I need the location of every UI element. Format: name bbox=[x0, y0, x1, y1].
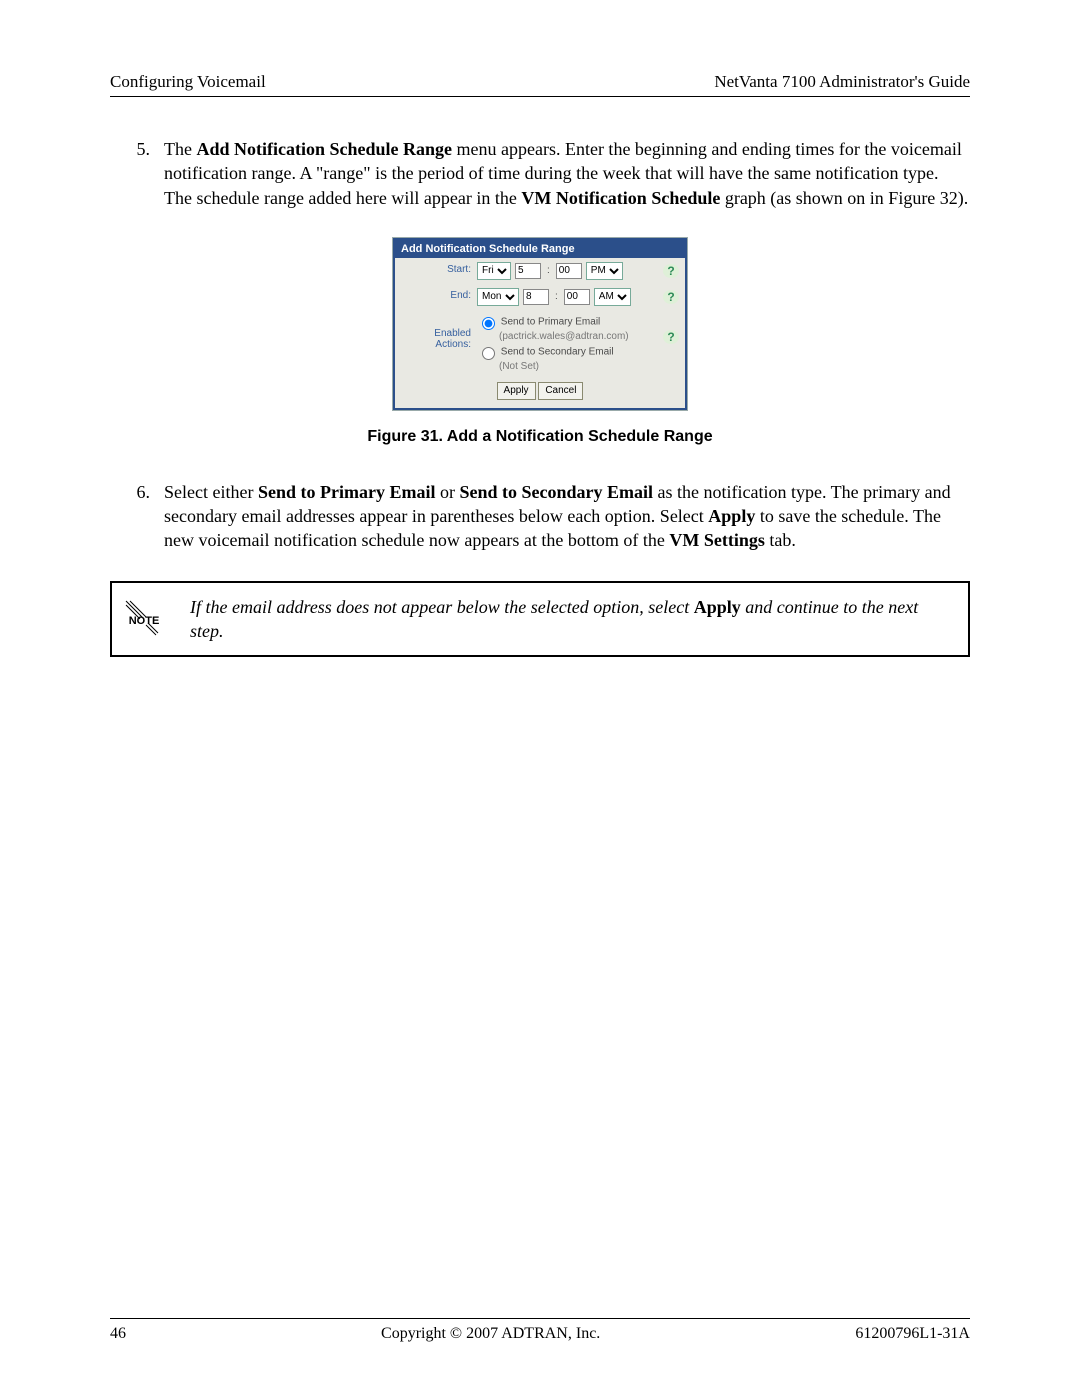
add-schedule-dialog: Add Notification Schedule Range Start: F… bbox=[393, 238, 687, 410]
step-list: 5. The Add Notification Schedule Range m… bbox=[110, 137, 970, 210]
end-day-select[interactable]: Mon bbox=[477, 288, 519, 306]
step-list-2: 6. Select either Send to Primary Email o… bbox=[110, 480, 970, 553]
apply-button[interactable]: Apply bbox=[497, 382, 536, 400]
dialog-title: Add Notification Schedule Range bbox=[395, 240, 685, 258]
help-icon[interactable]: ? bbox=[663, 330, 679, 344]
secondary-email-radio[interactable] bbox=[482, 347, 495, 360]
colon: : bbox=[553, 291, 560, 302]
start-fields: Fri : PM bbox=[477, 262, 663, 280]
end-row: End: Mon : AM ? bbox=[395, 284, 685, 310]
actions-options: Send to Primary Email (pactrick.wales@ad… bbox=[477, 314, 663, 374]
svg-text:NOTE: NOTE bbox=[129, 615, 160, 627]
end-label: End: bbox=[401, 288, 477, 301]
step-number: 5. bbox=[110, 137, 164, 210]
step-5: 5. The Add Notification Schedule Range m… bbox=[110, 137, 970, 210]
cancel-button[interactable]: Cancel bbox=[538, 382, 583, 400]
step-body: The Add Notification Schedule Range menu… bbox=[164, 137, 970, 210]
help-icon[interactable]: ? bbox=[663, 290, 679, 304]
secondary-email-option[interactable]: Send to Secondary Email (Not Set) bbox=[477, 344, 663, 374]
primary-email-option[interactable]: Send to Primary Email (pactrick.wales@ad… bbox=[477, 314, 663, 344]
start-row: Start: Fri : PM ? bbox=[395, 258, 685, 284]
note-icon: NOTE bbox=[124, 599, 164, 639]
start-day-select[interactable]: Fri bbox=[477, 262, 511, 280]
end-min-input[interactable] bbox=[564, 289, 590, 305]
colon: : bbox=[545, 265, 552, 276]
note-box: NOTE If the email address does not appea… bbox=[110, 581, 970, 658]
primary-email-radio[interactable] bbox=[482, 317, 495, 330]
note-text: If the email address does not appear bel… bbox=[190, 595, 950, 644]
footer-doc-number: 61200796L1-31A bbox=[855, 1325, 970, 1343]
start-ampm-select[interactable]: PM bbox=[586, 262, 623, 280]
start-label: Start: bbox=[401, 262, 477, 275]
header-right: NetVanta 7100 Administrator's Guide bbox=[714, 72, 970, 92]
step-6: 6. Select either Send to Primary Email o… bbox=[110, 480, 970, 553]
actions-label: Enabled Actions: bbox=[401, 314, 477, 350]
content: 5. The Add Notification Schedule Range m… bbox=[110, 97, 970, 657]
step-body: Select either Send to Primary Email or S… bbox=[164, 480, 970, 553]
figure-caption: Figure 31. Add a Notification Schedule R… bbox=[110, 428, 970, 446]
step-number: 6. bbox=[110, 480, 164, 553]
figure-wrapper: Add Notification Schedule Range Start: F… bbox=[110, 238, 970, 410]
end-fields: Mon : AM bbox=[477, 288, 663, 306]
footer-copyright: Copyright © 2007 ADTRAN, Inc. bbox=[381, 1325, 600, 1343]
footer-page-number: 46 bbox=[110, 1325, 126, 1343]
actions-row: Enabled Actions: Send to Primary Email (… bbox=[395, 310, 685, 378]
dialog-buttons: Apply Cancel bbox=[395, 378, 685, 408]
end-hour-input[interactable] bbox=[523, 289, 549, 305]
end-ampm-select[interactable]: AM bbox=[594, 288, 631, 306]
page-footer: 46 Copyright © 2007 ADTRAN, Inc. 6120079… bbox=[110, 1318, 970, 1343]
page-header: Configuring Voicemail NetVanta 7100 Admi… bbox=[110, 72, 970, 97]
help-icon[interactable]: ? bbox=[663, 264, 679, 278]
start-hour-input[interactable] bbox=[515, 263, 541, 279]
start-min-input[interactable] bbox=[556, 263, 582, 279]
header-left: Configuring Voicemail bbox=[110, 72, 266, 92]
page: Configuring Voicemail NetVanta 7100 Admi… bbox=[0, 0, 1080, 1397]
